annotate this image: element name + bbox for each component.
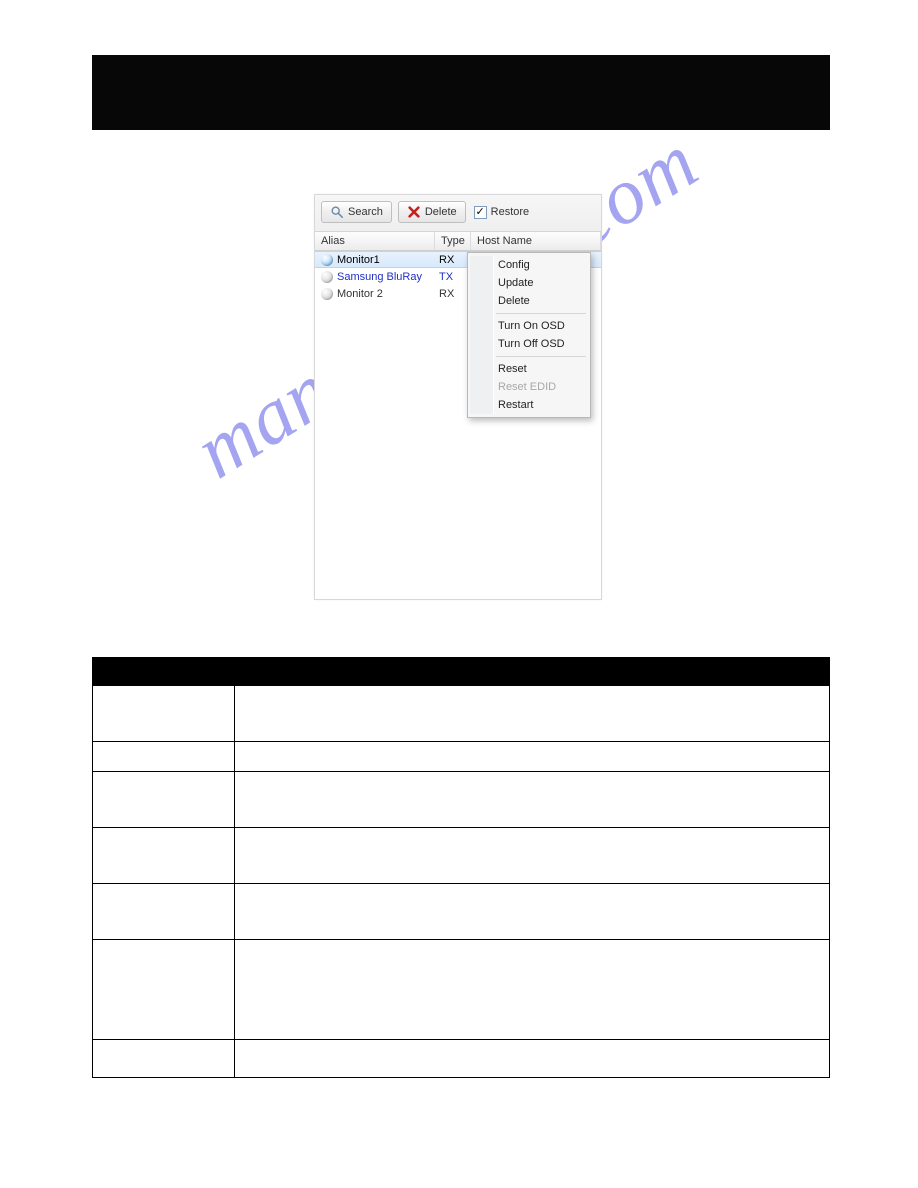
- table-cell: [235, 742, 830, 772]
- table-cell: [235, 1040, 830, 1078]
- table-cell: [93, 742, 235, 772]
- search-button[interactable]: Search: [321, 201, 392, 223]
- restore-checkbox-label: Restore: [491, 206, 530, 218]
- table-header-cell: [235, 658, 830, 686]
- delete-icon: [407, 205, 421, 219]
- alias-text: Samsung BluRay: [337, 271, 422, 283]
- list-body: Monitor1 RX Samsung BluRay TX Monitor 2 …: [315, 251, 601, 597]
- status-dot-icon: [321, 271, 333, 283]
- cell-alias: Samsung BluRay: [315, 271, 435, 283]
- table-cell: [235, 940, 830, 1040]
- delete-button-label: Delete: [425, 206, 457, 218]
- alias-text: Monitor1: [337, 254, 380, 266]
- table-cell: [93, 772, 235, 828]
- status-dot-icon: [321, 288, 333, 300]
- table-cell: [93, 884, 235, 940]
- column-header-type[interactable]: Type: [435, 232, 471, 250]
- description-table: [92, 657, 830, 1078]
- column-header-host[interactable]: Host Name: [471, 232, 601, 250]
- toolbar: Search Delete ✓ Restore: [315, 195, 601, 231]
- delete-button[interactable]: Delete: [398, 201, 466, 223]
- document-header-bar: [92, 55, 830, 130]
- table-cell: [235, 686, 830, 742]
- table-cell: [93, 828, 235, 884]
- table-cell: [93, 940, 235, 1040]
- table-header-cell: [93, 658, 235, 686]
- cell-type: RX: [435, 254, 471, 266]
- cell-alias: Monitor 2: [315, 288, 435, 300]
- restore-checkbox[interactable]: ✓ Restore: [474, 206, 530, 219]
- context-menu: Config Update Delete Turn On OSD Turn Of…: [467, 252, 591, 418]
- cell-type: RX: [435, 288, 471, 300]
- context-menu-gutter: [470, 256, 494, 414]
- menu-separator: [496, 313, 586, 314]
- list-header: Alias Type Host Name: [315, 231, 601, 251]
- table-cell: [235, 884, 830, 940]
- table-cell: [235, 828, 830, 884]
- status-dot-icon: [321, 254, 333, 266]
- device-list-panel: Search Delete ✓ Restore Alias Type Host …: [314, 194, 602, 600]
- search-icon: [330, 205, 344, 219]
- checkbox-icon: ✓: [474, 206, 487, 219]
- table-cell: [93, 686, 235, 742]
- column-header-alias[interactable]: Alias: [315, 232, 435, 250]
- menu-separator: [496, 356, 586, 357]
- cell-alias: Monitor1: [315, 254, 435, 266]
- cell-type: TX: [435, 271, 471, 283]
- alias-text: Monitor 2: [337, 288, 383, 300]
- table-cell: [235, 772, 830, 828]
- search-button-label: Search: [348, 206, 383, 218]
- table-cell: [93, 1040, 235, 1078]
